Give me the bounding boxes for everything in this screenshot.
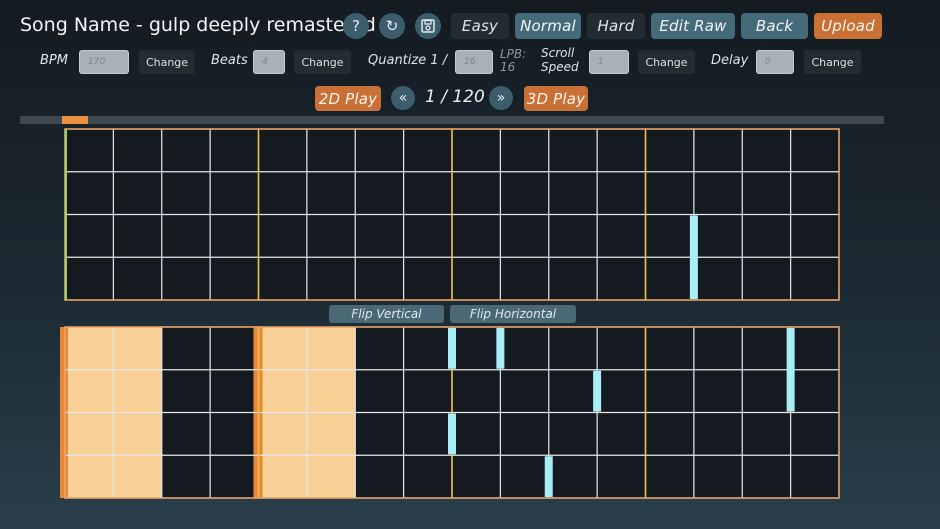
note bbox=[689, 215, 698, 299]
delay-change-button[interactable]: Change bbox=[804, 50, 861, 74]
song-title: Song Name - gulp deeply remastered bbox=[20, 14, 376, 36]
difficulty-hard-button[interactable]: Hard bbox=[587, 13, 645, 39]
save-icon bbox=[421, 19, 435, 33]
note bbox=[593, 370, 602, 412]
refresh-icon: ↻ bbox=[385, 17, 399, 35]
timeline-position-indicator[interactable] bbox=[62, 116, 88, 124]
scroll-speed-change-button[interactable]: Change bbox=[638, 50, 695, 74]
play-2d-button[interactable]: 2D Play bbox=[315, 86, 381, 111]
delay-field[interactable]: 0 bbox=[756, 50, 794, 74]
difficulty-normal-button[interactable]: Normal bbox=[515, 13, 581, 39]
top-chart-grid[interactable] bbox=[64, 128, 840, 301]
scroll-speed-field[interactable]: 1 bbox=[589, 50, 629, 74]
bpm-change-button[interactable]: Change bbox=[139, 50, 195, 74]
beats-label: Beats bbox=[211, 53, 248, 68]
note bbox=[786, 328, 795, 412]
previous-page-button[interactable]: « bbox=[391, 86, 415, 110]
next-page-button[interactable]: » bbox=[489, 86, 513, 110]
difficulty-easy-button[interactable]: Easy bbox=[451, 13, 509, 39]
bottom-chart-grid[interactable] bbox=[60, 326, 840, 499]
flip-horizontal-button[interactable]: Flip Horizontal bbox=[450, 305, 576, 323]
page-indicator: 1 / 120 bbox=[425, 87, 485, 107]
play-3d-button[interactable]: 3D Play bbox=[524, 86, 588, 111]
upload-button[interactable]: Upload bbox=[814, 13, 882, 39]
quantize-label: Quantize 1 / bbox=[368, 53, 448, 68]
quantize-field[interactable]: 16 bbox=[455, 50, 493, 74]
beats-change-button[interactable]: Change bbox=[294, 50, 351, 74]
bpm-field[interactable]: 170 bbox=[79, 50, 129, 74]
double-chevron-right-icon: » bbox=[496, 90, 506, 106]
refresh-button[interactable]: ↻ bbox=[379, 13, 405, 39]
edit-raw-button[interactable]: Edit Raw bbox=[651, 13, 735, 39]
scroll-speed-label-line1: Scroll bbox=[541, 46, 575, 60]
help-icon: ? bbox=[352, 17, 360, 35]
note bbox=[544, 456, 553, 497]
scroll-speed-label-line2: Speed bbox=[541, 60, 579, 74]
beats-field[interactable]: 4 bbox=[253, 50, 285, 74]
delay-label: Delay bbox=[711, 53, 749, 68]
note bbox=[448, 413, 456, 455]
lpb-value: 16 bbox=[500, 60, 516, 74]
back-button[interactable]: Back bbox=[741, 13, 808, 39]
timeline-scrollbar[interactable] bbox=[20, 116, 884, 124]
help-button[interactable]: ? bbox=[343, 13, 369, 39]
save-button[interactable] bbox=[415, 13, 441, 39]
bpm-label: BPM bbox=[40, 53, 68, 68]
double-chevron-left-icon: « bbox=[398, 90, 408, 106]
note bbox=[448, 328, 456, 369]
flip-vertical-button[interactable]: Flip Vertical bbox=[329, 305, 444, 323]
note bbox=[496, 328, 505, 369]
